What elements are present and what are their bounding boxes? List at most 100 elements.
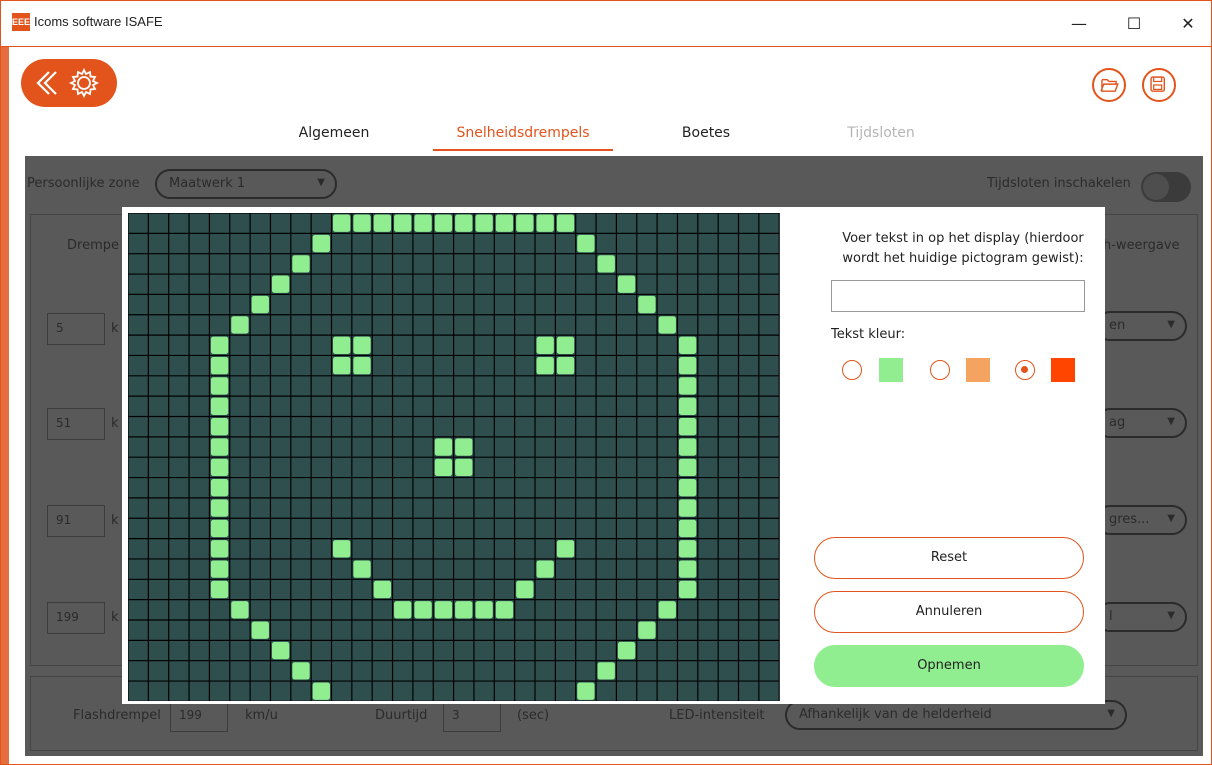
lit-pixel[interactable] [678, 458, 697, 477]
lit-pixel[interactable] [414, 214, 432, 232]
lit-pixel[interactable] [495, 601, 514, 619]
lit-pixel[interactable] [658, 316, 676, 334]
lit-pixel[interactable] [678, 377, 697, 395]
lit-pixel[interactable] [617, 641, 636, 660]
lit-pixel[interactable] [678, 479, 697, 497]
close-button[interactable]: ✕ [1165, 1, 1211, 47]
color-radio-green[interactable] [842, 360, 862, 380]
threshold-input[interactable]: 199 [47, 602, 105, 634]
lit-pixel[interactable] [678, 499, 697, 517]
lit-pixel[interactable] [210, 377, 229, 395]
maximize-button[interactable]: ☐ [1111, 1, 1157, 47]
display-select[interactable]: l ▼ [1095, 602, 1187, 632]
lit-pixel[interactable] [434, 458, 453, 477]
display-select[interactable]: gres... ▼ [1095, 505, 1187, 535]
cancel-button[interactable]: Annuleren [814, 591, 1084, 633]
lit-pixel[interactable] [536, 356, 554, 375]
flash-input[interactable]: 199 [170, 700, 228, 732]
lit-pixel[interactable] [678, 540, 697, 558]
lit-pixel[interactable] [333, 540, 351, 558]
led-select[interactable]: Afhankelijk van de helderheid ▼ [785, 700, 1127, 730]
lit-pixel[interactable] [210, 540, 229, 558]
lit-pixel[interactable] [556, 214, 575, 232]
lit-pixel[interactable] [678, 580, 697, 599]
lit-pixel[interactable] [210, 479, 229, 497]
lit-pixel[interactable] [353, 214, 371, 232]
threshold-input[interactable]: 91 [47, 505, 105, 537]
display-text-input[interactable] [831, 280, 1085, 312]
color-radio-red[interactable] [1015, 360, 1035, 380]
open-file-button[interactable] [1092, 68, 1126, 102]
lit-pixel[interactable] [210, 499, 229, 517]
lit-pixel[interactable] [638, 621, 656, 639]
lit-pixel[interactable] [210, 580, 229, 599]
lit-pixel[interactable] [536, 336, 554, 354]
lit-pixel[interactable] [597, 255, 615, 273]
lit-pixel[interactable] [678, 397, 697, 415]
timeslots-toggle[interactable] [1141, 172, 1191, 202]
lit-pixel[interactable] [292, 662, 310, 680]
lit-pixel[interactable] [678, 560, 697, 578]
color-radio-orange[interactable] [930, 360, 950, 380]
threshold-input[interactable]: 5 [47, 313, 105, 345]
tab-tijdsloten[interactable]: Tijdsloten [826, 125, 936, 141]
led-pixel-grid[interactable] [128, 213, 780, 701]
lit-pixel[interactable] [312, 234, 330, 253]
minimize-button[interactable]: — [1056, 1, 1102, 47]
duration-input[interactable]: 3 [443, 700, 501, 732]
lit-pixel[interactable] [556, 356, 575, 375]
lit-pixel[interactable] [577, 682, 595, 700]
lit-pixel[interactable] [516, 580, 534, 599]
lit-pixel[interactable] [333, 356, 351, 375]
lit-pixel[interactable] [455, 214, 473, 232]
zone-select[interactable]: Maatwerk 1 ▼ [155, 169, 337, 199]
tab-boetes[interactable]: Boetes [661, 125, 751, 141]
lit-pixel[interactable] [394, 601, 412, 619]
lit-pixel[interactable] [516, 214, 534, 232]
lit-pixel[interactable] [271, 275, 290, 293]
lit-pixel[interactable] [210, 397, 229, 415]
lit-pixel[interactable] [251, 621, 269, 639]
lit-pixel[interactable] [434, 601, 453, 619]
lit-pixel[interactable] [434, 438, 453, 456]
lit-pixel[interactable] [353, 560, 371, 578]
lit-pixel[interactable] [210, 458, 229, 477]
lit-pixel[interactable] [373, 580, 392, 599]
lit-pixel[interactable] [210, 356, 229, 375]
lit-pixel[interactable] [210, 336, 229, 354]
display-select[interactable]: ag ▼ [1095, 408, 1187, 438]
lit-pixel[interactable] [678, 336, 697, 354]
lit-pixel[interactable] [210, 418, 229, 436]
lit-pixel[interactable] [475, 601, 493, 619]
reset-button[interactable]: Reset [814, 537, 1084, 579]
lit-pixel[interactable] [333, 336, 351, 354]
lit-pixel[interactable] [678, 356, 697, 375]
lit-pixel[interactable] [455, 601, 473, 619]
back-icon[interactable] [33, 68, 61, 98]
lit-pixel[interactable] [210, 438, 229, 456]
lit-pixel[interactable] [312, 682, 330, 700]
lit-pixel[interactable] [353, 356, 371, 375]
lit-pixel[interactable] [210, 519, 229, 538]
lit-pixel[interactable] [556, 540, 575, 558]
lit-pixel[interactable] [455, 438, 473, 456]
lit-pixel[interactable] [577, 234, 595, 253]
lit-pixel[interactable] [231, 601, 249, 619]
lit-pixel[interactable] [353, 336, 371, 354]
record-button[interactable]: Opnemen [814, 645, 1084, 687]
lit-pixel[interactable] [292, 255, 310, 273]
lit-pixel[interactable] [231, 316, 249, 334]
threshold-input[interactable]: 51 [47, 408, 105, 440]
display-select[interactable]: en ▼ [1095, 311, 1187, 341]
gear-icon[interactable] [67, 67, 101, 99]
lit-pixel[interactable] [210, 560, 229, 578]
lit-pixel[interactable] [394, 214, 412, 232]
save-button[interactable] [1142, 68, 1176, 102]
tab-snelheidsdrempels[interactable]: Snelheidsdrempels [433, 125, 613, 141]
lit-pixel[interactable] [373, 214, 392, 232]
lit-pixel[interactable] [475, 214, 493, 232]
tab-algemeen[interactable]: Algemeen [279, 125, 389, 141]
lit-pixel[interactable] [678, 438, 697, 456]
lit-pixel[interactable] [678, 418, 697, 436]
lit-pixel[interactable] [251, 295, 269, 314]
